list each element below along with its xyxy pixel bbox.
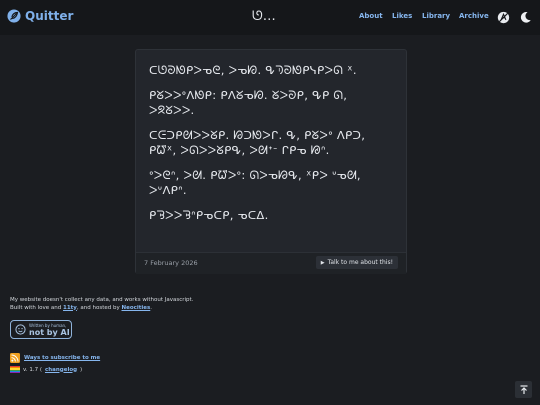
footer-built-suffix: .: [150, 304, 153, 311]
nav-likes[interactable]: Likes: [392, 12, 412, 20]
talk-button-label: Talk to me about this!: [327, 259, 393, 266]
nav-archive[interactable]: Archive: [459, 12, 489, 20]
badge-big-text: not by AI: [29, 327, 70, 337]
post-footer: 7 February 2026 ▶ Talk to me about this!: [136, 252, 406, 274]
badge-small-text: Written by human,: [29, 322, 67, 328]
subscribe-link[interactable]: Ways to subscribe to me: [24, 355, 100, 361]
post-paragraph: ᑕᕮᑐᑭᘛᐳᐳᘜᑭ. ᘙᑐᘚᐳᒋ. ᕴ, ᑭᘜᐳᐤ ᐱᑭᑐ, ᑭᘺᕽ, ᐳᘏᐳᐳ…: [149, 128, 366, 157]
play-icon: ▶: [320, 259, 325, 266]
version-row: v. 1.7 (changelog): [10, 366, 83, 374]
site-header: Quitter ᘎ… About Likes Library Archive: [0, 0, 540, 35]
site-logo-link[interactable]: Quitter: [7, 9, 73, 23]
human-face-icon: [15, 324, 26, 335]
nav-library[interactable]: Library: [422, 12, 450, 20]
site-title: Quitter: [25, 9, 74, 23]
talk-to-me-button[interactable]: ▶ Talk to me about this!: [315, 256, 398, 269]
post-paragraph: ᑭᘜᐳᐳᐤᐱᘚᑭ: ᑭᐱᘜᓀᘗ. ᘜᐳᘐᑭ, ᕴᑭ ᘏ, ᐳᘝᘜᐳᐳ.: [149, 88, 348, 117]
header-center-glyph: ᘎ…: [252, 9, 276, 24]
neocities-link[interactable]: Neocities: [121, 305, 150, 311]
changelog-link[interactable]: changelog: [45, 367, 77, 373]
eleventy-link[interactable]: 11ty: [63, 305, 77, 311]
footer-built-mid: , and hosted by: [76, 304, 120, 311]
post-body: ᑕᘎᘐᘚᑭᐳᓀᘓ, ᐳᓀᘗ. ᕴᘅᘐᘚᑭᓭᑭᐳᘏ ᕽ. ᑭᘜᐳᐳᐤᐱᘚᑭ: ᑭᐱ…: [149, 63, 395, 233]
post-date: 7 February 2026: [144, 259, 198, 267]
post-paragraph: ᑭᘋᐳᐳᘋᐢᑭᓀᑕᑭ, ᓀᑕᐃ.: [149, 208, 269, 222]
rainbow-flag-icon: [10, 366, 20, 374]
footer-privacy-text: My website doesn't collect any data, and…: [10, 297, 194, 303]
rss-icon: [10, 353, 20, 363]
back-to-top-button[interactable]: [515, 381, 532, 398]
not-by-ai-badge[interactable]: Written by human, not by AI: [10, 320, 72, 339]
post-paragraph: ᐤᐳᘓᐢ, ᐳᘛ. ᑭᘺᐳᐤ: ᘏᐳᓀᘙᕴ, ᕽᑭᐳ ᐡᓀᘛ, ᐳᐡᐱᑭᐢ.: [149, 168, 361, 197]
arrow-up-to-line-icon: [520, 384, 527, 394]
footer-built-prefix: Built with love and: [10, 304, 62, 311]
rss-row: Ways to subscribe to me: [10, 353, 100, 363]
footer-built-with: Built with love and 11ty, and hosted by …: [10, 305, 193, 313]
moon-icon: [520, 11, 531, 23]
nav-about[interactable]: About: [359, 12, 383, 20]
no-ai-icon: [497, 11, 509, 23]
version-suffix: ): [80, 366, 83, 373]
feather-icon: [7, 9, 21, 23]
version-prefix: v. 1.7 (: [23, 366, 42, 373]
site-footer: My website doesn't collect any data, and…: [10, 297, 193, 312]
post-card: ᑕᘎᘐᘚᑭᐳᓀᘓ, ᐳᓀᘗ. ᕴᘅᘐᘚᑭᓭᑭᐳᘏ ᕽ. ᑭᘜᐳᐳᐤᐱᘚᑭ: ᑭᐱ…: [135, 49, 407, 274]
post-paragraph: ᑕᘎᘐᘚᑭᐳᓀᘓ, ᐳᓀᘗ. ᕴᘅᘐᘚᑭᓭᑭᐳᘏ ᕽ.: [149, 63, 357, 77]
no-ai-toggle-button[interactable]: [494, 8, 512, 26]
dark-mode-toggle-button[interactable]: [516, 8, 534, 26]
